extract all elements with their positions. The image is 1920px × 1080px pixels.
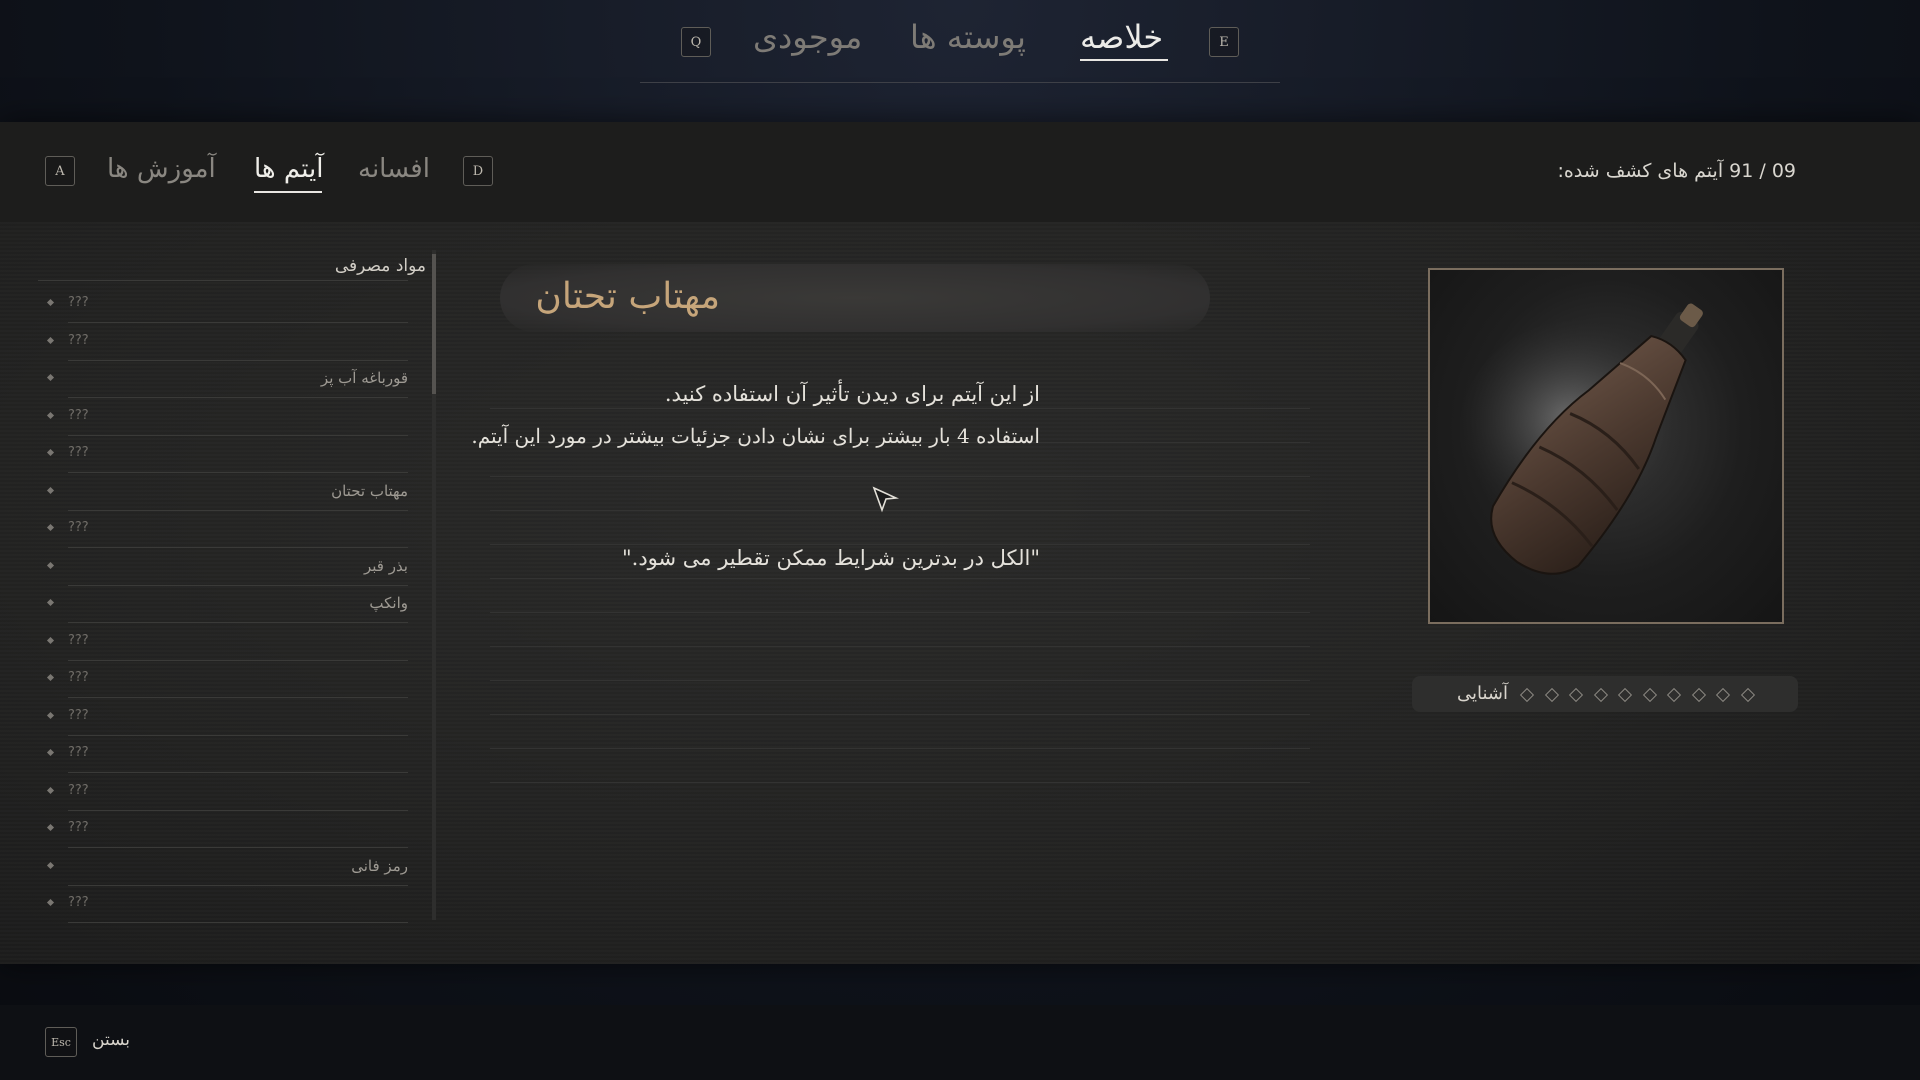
list-item[interactable]: مهتاب تحتان: [38, 474, 408, 511]
list-item[interactable]: رمز فانی: [38, 849, 408, 886]
list-divider: [38, 280, 408, 281]
diamond-bullet-icon: [46, 823, 55, 832]
familiarity-diamond-icon: [1740, 687, 1755, 703]
item-flavor-quote: "الکل در بدترین شرایط ممکن تقطیر می شود.…: [621, 546, 1040, 570]
wrapped-leather-flask-icon: [1460, 303, 1703, 575]
item-image-frame: [1428, 268, 1784, 624]
list-item-label: مهتاب تحتان: [331, 481, 408, 500]
familiarity-label: آشنایی: [1456, 683, 1508, 704]
list-item-label: ???: [68, 745, 89, 760]
key-d-icon[interactable]: D: [463, 156, 493, 186]
familiarity-diamond-icon: [1666, 687, 1682, 703]
list-item[interactable]: ???: [38, 736, 408, 773]
list-item[interactable]: ???: [38, 436, 408, 473]
diamond-bullet-icon: [46, 298, 55, 307]
list-item[interactable]: ???: [38, 811, 408, 848]
diamond-bullet-icon: [46, 373, 55, 382]
list-item[interactable]: وانکپ: [38, 586, 408, 623]
diamond-bullet-icon: [46, 861, 55, 869]
key-a-icon[interactable]: A: [45, 156, 75, 186]
diamond-bullet-icon: [46, 711, 55, 719]
familiarity-diamond-icon: [1617, 687, 1633, 703]
list-item-label: ???: [68, 895, 89, 910]
list-item[interactable]: ???: [38, 699, 408, 736]
list-item[interactable]: ???: [38, 324, 408, 361]
list-row-divider: [68, 922, 408, 923]
list-item[interactable]: ???: [38, 886, 408, 923]
diamond-bullet-icon: [46, 411, 55, 419]
familiarity-diamond-icon: [1593, 687, 1608, 703]
familiarity-diamond-icon: [1691, 687, 1706, 703]
list-item-label: قورباغه آب پز: [320, 369, 408, 387]
item-description-usage: از این آیتم برای دیدن تأثیر آن استفاده ک…: [664, 382, 1040, 406]
close-label[interactable]: بستن: [92, 1030, 130, 1050]
list-item-label: وانکپ: [369, 594, 408, 612]
list-item-label: ???: [68, 332, 89, 348]
list-item-label: ???: [68, 520, 89, 535]
journal-panel: A آموزش ها آیتم ها افسانه D 09 / 91 آیتم…: [0, 122, 1920, 964]
diamond-bullet-icon: [46, 448, 55, 457]
list-item-label: ???: [68, 295, 89, 310]
item-list: مواد مصرفی ?????? قورباغه آب پز?????? مهتا…: [38, 250, 438, 1050]
tab-tutorials[interactable]: آموزش ها: [107, 154, 216, 184]
familiarity-diamond-icon: [1519, 687, 1535, 703]
diamond-bullet-icon: [46, 486, 55, 494]
diamond-bullet-icon: [46, 898, 55, 907]
list-item-label: رمز فانی: [351, 856, 408, 875]
list-item-label: ???: [68, 407, 89, 423]
list-item[interactable]: ???: [38, 624, 408, 661]
list-category-consumables: مواد مصرفی: [334, 256, 426, 276]
diamond-bullet-icon: [46, 523, 55, 532]
list-item[interactable]: ???: [38, 399, 408, 436]
tab-items[interactable]: آیتم ها: [254, 154, 324, 184]
list-item-label: ???: [68, 670, 89, 685]
list-item[interactable]: ???: [38, 774, 408, 811]
active-subtab-underline: [254, 191, 322, 193]
list-item-label: ???: [68, 782, 89, 798]
discovered-count: 09 / 91 آیتم های کشف شده:: [1557, 160, 1796, 182]
key-q-icon[interactable]: Q: [681, 27, 711, 57]
list-item-label: ???: [68, 445, 89, 460]
tab-summary[interactable]: خلاصه: [1080, 18, 1163, 56]
diamond-bullet-icon: [46, 598, 55, 607]
list-item[interactable]: ???: [38, 286, 408, 323]
diamond-bullet-icon: [46, 748, 55, 757]
key-esc-icon[interactable]: Esc: [45, 1027, 77, 1057]
familiarity-diamond-icon: [1642, 687, 1657, 703]
top-nav-divider: [640, 82, 1280, 83]
list-item[interactable]: ???: [38, 511, 408, 548]
tab-inventory[interactable]: موجودی: [753, 18, 862, 56]
diamond-bullet-icon: [46, 561, 55, 569]
list-item[interactable]: ???: [38, 661, 408, 698]
list-scrollbar-thumb[interactable]: [432, 254, 436, 394]
subheader-bar: A آموزش ها آیتم ها افسانه D 09 / 91 آیتم…: [0, 122, 1920, 222]
familiarity-diamond-icon: [1568, 687, 1584, 703]
item-title: مهتاب تحتان: [535, 276, 720, 317]
familiarity-diamond-icon: [1715, 687, 1731, 703]
list-item[interactable]: قورباغه آب پز: [38, 361, 408, 398]
diamond-bullet-icon: [46, 786, 55, 794]
diamond-bullet-icon: [46, 336, 55, 344]
diamond-bullet-icon: [46, 673, 55, 682]
list-item-label: بذر قبر: [363, 556, 408, 575]
item-description-hint: استفاده 4 بار بیشتر برای نشان دادن جزئیا…: [471, 424, 1040, 448]
arrow-cursor-icon: [872, 486, 900, 513]
active-tab-underline: [1080, 59, 1168, 61]
familiarity-meter: آشنایی: [1412, 676, 1798, 712]
key-e-icon[interactable]: E: [1209, 27, 1239, 57]
list-item-label: ???: [68, 707, 89, 723]
list-item[interactable]: بذر قبر: [38, 549, 408, 586]
tab-lore[interactable]: افسانه: [358, 154, 430, 184]
diamond-bullet-icon: [46, 636, 55, 644]
item-title-bar: مهتاب تحتان: [500, 264, 1210, 332]
footer-bar: [0, 1005, 1920, 1080]
familiarity-diamond-icon: [1544, 687, 1559, 703]
tab-skins[interactable]: پوسته ها: [910, 18, 1026, 56]
list-item-label: ???: [68, 632, 89, 648]
list-item-label: ???: [68, 820, 89, 835]
